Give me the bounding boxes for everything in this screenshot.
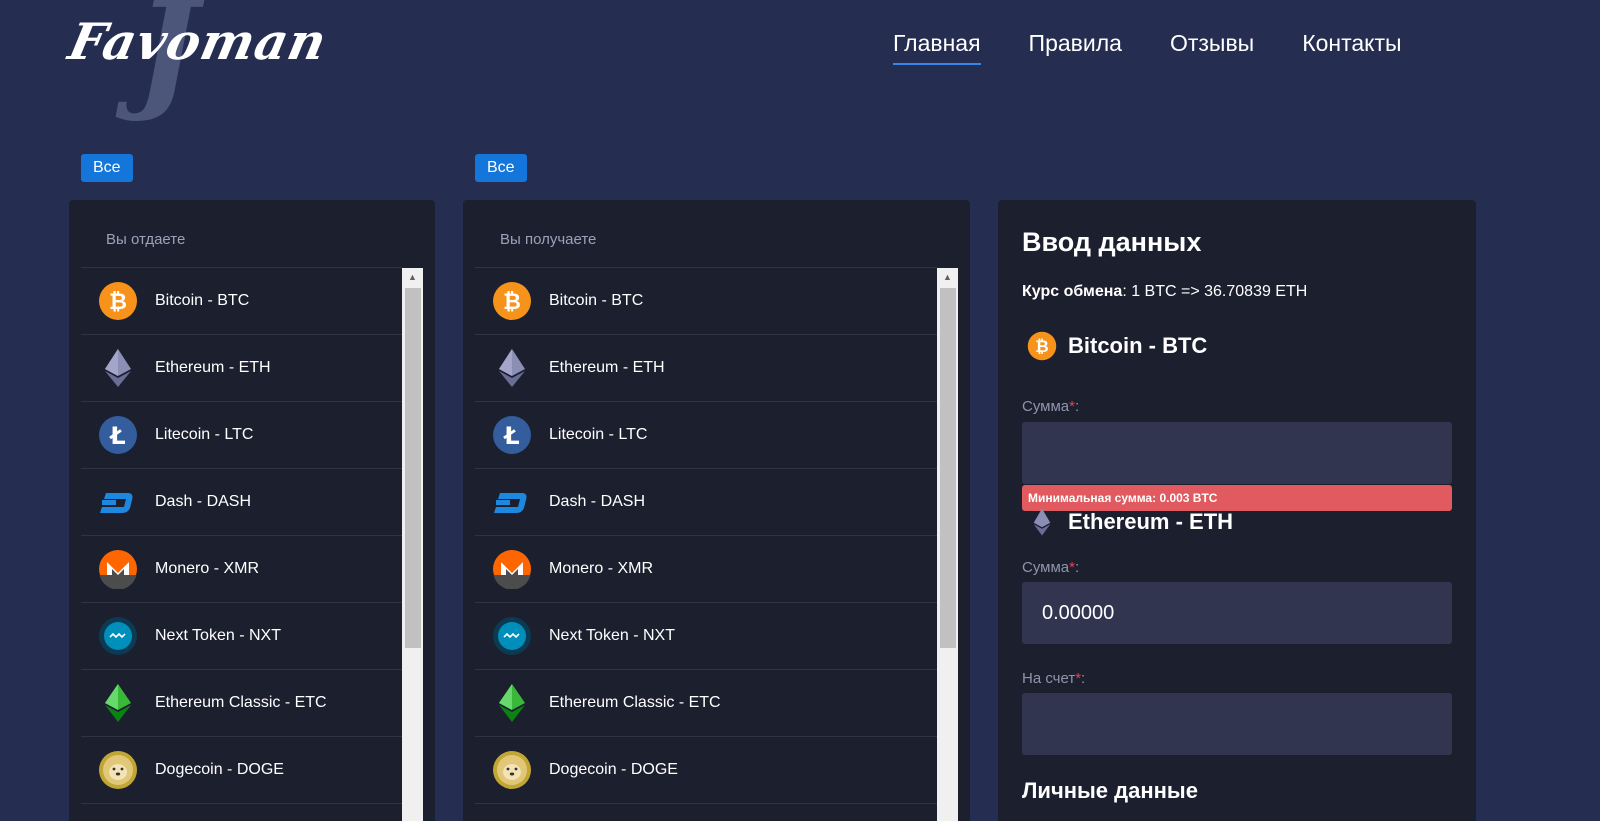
nxt-icon	[492, 616, 532, 656]
litecoin-icon: Ł	[98, 415, 138, 455]
exchange-rate-label: Курс обмена	[1022, 283, 1123, 300]
exchange-rate: Курс обмена: 1 BTC => 36.70839 ETH	[1022, 283, 1307, 301]
logo[interactable]: J Favoman	[64, 0, 333, 125]
give-coin-item[interactable]: Dogecoin - DOGE	[81, 737, 402, 804]
scroll-up-arrow-icon[interactable]: ▲	[937, 268, 958, 286]
give-coin-heading: ₿ Bitcoin - BTC	[1022, 330, 1207, 362]
coin-label: Bitcoin - BTC	[155, 292, 250, 309]
receive-panel: Вы получаете ₿ Bitcoin - BTC Ethereum - ET…	[463, 200, 970, 821]
monero-icon	[492, 549, 532, 589]
ethereum-icon	[492, 348, 532, 388]
nav-reviews[interactable]: Отзывы	[1170, 30, 1254, 65]
coin-label: Dash - DASH	[549, 493, 646, 510]
nav-contacts[interactable]: Контакты	[1302, 30, 1401, 65]
give-coin-name: Bitcoin - BTC	[1068, 333, 1208, 358]
svg-text:₿: ₿	[109, 290, 127, 315]
receive-filter-all-button[interactable]: Все	[475, 154, 527, 182]
ethereum-icon	[1026, 506, 1058, 538]
give-list-scrollbar[interactable]: ▲	[402, 268, 423, 821]
coin-label: Ethereum - ETH	[155, 359, 271, 376]
receive-coin-list: ₿ Bitcoin - BTC Ethereum - ETH Ł Litecoin - …	[475, 267, 937, 821]
bitcoin-icon: ₿	[98, 281, 138, 321]
coin-label: Litecoin - LTC	[549, 426, 648, 443]
bitcoin-icon: ₿	[1026, 330, 1058, 362]
give-amount-label: Сумма*:	[1022, 398, 1080, 415]
svg-text:Ł: Ł	[108, 422, 125, 450]
give-amount-input[interactable]	[1022, 422, 1452, 484]
receive-coin-item[interactable]: Next Token - NXT	[475, 603, 937, 670]
receive-list-scrollbar[interactable]: ▲	[937, 268, 958, 821]
dash-icon	[98, 482, 138, 522]
give-panel-title: Вы отдаете	[106, 231, 186, 248]
nav-home[interactable]: Главная	[893, 30, 981, 65]
give-coin-item[interactable]: ₿ Bitcoin - BTC	[81, 268, 402, 335]
receive-amount-label: Сумма*:	[1022, 559, 1080, 576]
give-coin-item[interactable]: Monero - XMR	[81, 536, 402, 603]
receive-coin-heading: Ethereum - ETH	[1022, 506, 1233, 538]
coin-label: Ethereum - ETH	[549, 359, 665, 376]
receive-coin-item[interactable]: Ethereum - ETH	[475, 335, 937, 402]
page: J Favoman Главная Правила Отзывы Контакт…	[0, 0, 1600, 821]
give-coin-item[interactable]: Ł Litecoin - LTC	[81, 402, 402, 469]
coin-label: Dash - DASH	[155, 493, 252, 510]
coin-label: Next Token - NXT	[155, 627, 281, 644]
receive-coin-item[interactable]: Ethereum Classic - ETC	[475, 670, 937, 737]
coin-label: Dogecoin - DOGE	[549, 761, 678, 778]
personal-data-title: Личные данные	[1022, 778, 1198, 803]
coin-label: Ethereum Classic - ETC	[155, 694, 327, 711]
coin-label: Dogecoin - DOGE	[155, 761, 284, 778]
dogecoin-icon	[98, 750, 138, 790]
dash-icon	[492, 482, 532, 522]
nav-rules[interactable]: Правила	[1029, 30, 1122, 65]
give-coin-list: ₿ Bitcoin - BTC Ethereum - ETH Ł Litecoin - …	[81, 267, 402, 821]
receive-coin-item[interactable]: Monero - XMR	[475, 536, 937, 603]
receive-coin-name: Ethereum - ETH	[1068, 509, 1234, 534]
svg-text:Ł: Ł	[502, 422, 519, 450]
account-input[interactable]	[1022, 693, 1452, 755]
scroll-up-arrow-icon[interactable]: ▲	[402, 268, 423, 286]
ethereum-classic-icon	[492, 683, 532, 723]
scroll-thumb[interactable]	[940, 288, 956, 648]
dogecoin-icon	[492, 750, 532, 790]
give-filter-all-button[interactable]: Все	[81, 154, 133, 182]
svg-text:₿: ₿	[1035, 337, 1048, 356]
scroll-thumb[interactable]	[405, 288, 421, 648]
receive-coin-item[interactable]: ₿ Bitcoin - BTC	[475, 268, 937, 335]
give-coin-item[interactable]: Ethereum Classic - ETC	[81, 670, 402, 737]
form-title: Ввод данных	[1022, 227, 1202, 257]
give-panel: Вы отдаете ₿ Bitcoin - BTC Ethereum - ETH Ł…	[69, 200, 435, 821]
coin-label: Ethereum Classic - ETC	[549, 694, 721, 711]
coin-label: Next Token - NXT	[549, 627, 675, 644]
coin-label: Monero - XMR	[155, 560, 260, 577]
receive-panel-title: Вы получаете	[500, 231, 597, 248]
coin-label: Monero - XMR	[549, 560, 654, 577]
exchange-rate-value: : 1 BTC => 36.70839 ETH	[1122, 283, 1308, 300]
ethereum-icon	[98, 348, 138, 388]
svg-text:₿: ₿	[503, 290, 521, 315]
litecoin-icon: Ł	[492, 415, 532, 455]
give-coin-item[interactable]: Dash - DASH	[81, 469, 402, 536]
give-coin-item[interactable]: Next Token - NXT	[81, 603, 402, 670]
receive-coin-item[interactable]: Dogecoin - DOGE	[475, 737, 937, 804]
data-entry-panel: Ввод данных Курс обмена: 1 BTC => 36.708…	[998, 200, 1476, 821]
coin-label: Bitcoin - BTC	[549, 292, 644, 309]
bitcoin-icon: ₿	[492, 281, 532, 321]
receive-coin-item[interactable]: Dash - DASH	[475, 469, 937, 536]
monero-icon	[98, 549, 138, 589]
main-nav: Главная Правила Отзывы Контакты	[893, 30, 1402, 65]
receive-amount-input[interactable]: 0.00000	[1022, 582, 1452, 644]
nxt-icon	[98, 616, 138, 656]
ethereum-classic-icon	[98, 683, 138, 723]
receive-coin-item[interactable]: Ł Litecoin - LTC	[475, 402, 937, 469]
give-coin-item[interactable]: Ethereum - ETH	[81, 335, 402, 402]
coin-label: Litecoin - LTC	[155, 426, 254, 443]
account-label: На счет*:	[1022, 670, 1086, 687]
logo-text: Favoman	[63, 12, 333, 71]
